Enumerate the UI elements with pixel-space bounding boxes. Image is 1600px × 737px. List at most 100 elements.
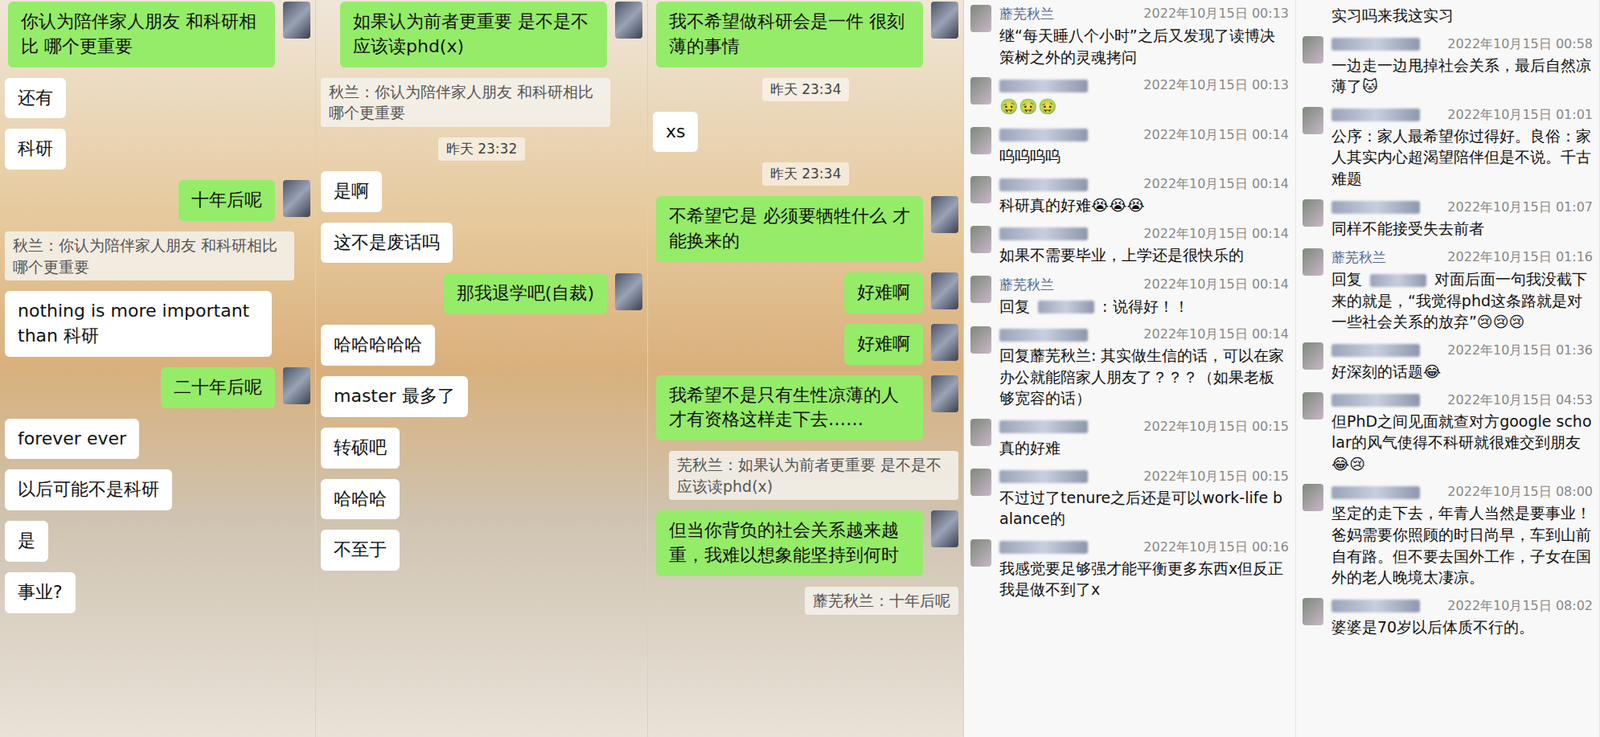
avatar-icon[interactable]: [1302, 36, 1324, 64]
comment-text: 婆婆是70岁以后体质不行的。: [1331, 616, 1593, 639]
message-row: 以后可能不是科研: [0, 469, 316, 511]
message-bubble[interactable]: 如果认为前者更重要 是不是不应该读phd(x): [340, 1, 608, 68]
hidden-author-name: [1331, 344, 1420, 357]
message-bubble[interactable]: 不至于: [320, 529, 400, 571]
avatar-icon[interactable]: [615, 1, 643, 39]
message-bubble[interactable]: 但当你背负的社会关系越来越重，我难以想象能坚持到何时: [656, 510, 924, 577]
hidden-reply-name: [1370, 274, 1427, 288]
avatar-icon[interactable]: [970, 326, 992, 354]
message-row: 是: [0, 521, 316, 563]
comment-text: 好深刻的话题😂: [1331, 361, 1593, 383]
avatar-icon[interactable]: [970, 77, 992, 105]
author-name[interactable]: 蘼芜秋兰: [1331, 248, 1387, 267]
avatar-icon[interactable]: [1302, 106, 1324, 135]
message-bubble[interactable]: 还有: [4, 77, 66, 119]
message-bubble[interactable]: 哈哈哈哈哈: [320, 324, 435, 366]
message-bubble[interactable]: 科研: [4, 128, 66, 170]
hidden-author-name: [999, 178, 1088, 192]
comment: 2022年10月15日 00:13 🤢🤢🤢: [970, 72, 1289, 123]
comment-text: 回复 : 说得好！！: [999, 295, 1289, 318]
comment-text: 坚定的走下去，年青人当然是要事业！爸妈需要你照顾的时日尚早，车到山前自有路。但不…: [1331, 502, 1593, 588]
author-name[interactable]: 蘼芜秋兰: [999, 275, 1055, 295]
message-bubble[interactable]: 十年后呢: [178, 180, 275, 222]
message-bubble[interactable]: 转硕吧: [320, 427, 400, 469]
comment-body: 2022年10月15日 01:01 公序：家人最希望你过得好。良俗：家人其实内心…: [1331, 106, 1593, 190]
comment-header: 2022年10月15日 01:01: [1331, 106, 1593, 124]
message-bubble[interactable]: 不希望它是 必须要牺牲什么 才能换来的: [656, 196, 924, 263]
hidden-author-name: [1331, 486, 1420, 500]
comment-header: 蘼芜秋兰 2022年10月15日 00:14: [999, 275, 1289, 295]
avatar-icon[interactable]: [283, 367, 311, 405]
avatar-icon[interactable]: [931, 196, 959, 234]
avatar-icon[interactable]: [931, 510, 959, 548]
comment-body: 2022年10月15日 00:58 一边走一边甩掉社会关系，最后自然凉薄了🐱: [1331, 36, 1593, 98]
avatar-icon[interactable]: [931, 1, 959, 39]
avatar-icon[interactable]: [1302, 342, 1324, 370]
comment-header: 2022年10月15日 01:36: [1331, 342, 1593, 360]
comment-body: 蘼芜秋兰 2022年10月15日 00:14 回复 : 说得好！！: [999, 275, 1289, 318]
message-bubble[interactable]: 二十年后呢: [160, 367, 275, 409]
message-row: 好难啊: [648, 272, 964, 314]
comment-time: 2022年10月15日 01:01: [1447, 106, 1593, 124]
avatar-icon[interactable]: [970, 225, 992, 254]
avatar-icon[interactable]: [931, 272, 959, 310]
message-bubble[interactable]: 以后可能不是科研: [4, 469, 173, 511]
timestamp-row: 昨天 23:32: [315, 137, 648, 161]
avatar-icon[interactable]: [283, 180, 311, 218]
comment: 2022年10月15日 00:14 科研真的好难😭😭😭: [970, 171, 1289, 222]
comment: 蘼芜秋兰 2022年10月15日 01:16 回复 对面后面一句我没截下来的就是…: [1302, 243, 1593, 338]
author-name[interactable]: 蘼芜秋兰: [999, 4, 1055, 24]
hidden-author-name: [999, 328, 1088, 342]
message-bubble[interactable]: 我希望不是只有生性凉薄的人才有资格这样走下去……: [656, 375, 924, 442]
avatar-icon[interactable]: [970, 4, 992, 33]
message-bubble[interactable]: 好难啊: [844, 272, 924, 314]
message-bubble[interactable]: master 最多了: [320, 376, 468, 418]
message-bubble[interactable]: nothing is more important than 科研: [4, 291, 272, 357]
comment: 2022年10月15日 01:01 公序：家人最希望你过得好。良俗：家人其实内心…: [1302, 102, 1593, 195]
avatar-icon[interactable]: [970, 468, 992, 497]
message-row: master 最多了: [315, 376, 648, 418]
comment-body: 2022年10月15日 00:14 如果不需要毕业，上学还是很快乐的: [999, 225, 1289, 267]
avatar-icon[interactable]: [1302, 392, 1324, 420]
avatar-icon[interactable]: [970, 176, 992, 204]
avatar-icon[interactable]: [970, 127, 992, 155]
avatar-icon[interactable]: [970, 275, 992, 304]
comment-time: 2022年10月15日 01:16: [1447, 249, 1593, 267]
message-bubble[interactable]: 这不是废话吗: [320, 222, 453, 264]
message-bubble[interactable]: 你认为陪伴家人朋友 和科研相比 哪个更重要: [8, 1, 275, 68]
comment-body: 2022年10月15日 08:00 坚定的走下去，年青人当然是要事业！爸妈需要你…: [1331, 484, 1593, 588]
avatar-icon[interactable]: [283, 1, 311, 39]
comment-text: 回复 对面后面一句我没截下来的就是，“我觉得phd这条路就是对一些社会关系的放弃…: [1331, 268, 1593, 333]
message-bubble[interactable]: forever ever: [4, 418, 140, 460]
avatar-icon[interactable]: [615, 273, 643, 311]
avatar-icon[interactable]: [1302, 598, 1324, 626]
hidden-author-name: [1331, 37, 1420, 51]
avatar-icon[interactable]: [1302, 199, 1324, 227]
avatar-icon[interactable]: [1302, 484, 1324, 512]
message-row: forever ever: [0, 418, 316, 460]
quoted-message: 蘼芜秋兰：十年后呢: [804, 586, 959, 616]
message-bubble[interactable]: 我不希望做科研会是一件 很刻薄的事情: [656, 1, 924, 68]
avatar-icon[interactable]: [931, 324, 959, 362]
message-bubble[interactable]: 那我退学吧(自裁): [443, 273, 608, 315]
timestamp: 昨天 23:32: [438, 137, 526, 161]
avatar-icon[interactable]: [970, 418, 992, 447]
message-bubble[interactable]: 是: [4, 521, 49, 563]
avatar-icon[interactable]: [1302, 248, 1324, 276]
message-bubble[interactable]: 好难啊: [844, 324, 924, 366]
message-row: 我希望不是只有生性凉薄的人才有资格这样走下去……: [648, 375, 964, 442]
message-bubble[interactable]: 哈哈哈: [320, 479, 400, 521]
comment-time: 2022年10月15日 04:53: [1447, 392, 1593, 410]
avatar-icon[interactable]: [931, 375, 959, 413]
hidden-author-name: [999, 470, 1088, 484]
avatar-icon[interactable]: [970, 539, 992, 567]
message-bubble[interactable]: 事业?: [4, 572, 76, 614]
hidden-author-name: [1331, 108, 1420, 122]
message-bubble[interactable]: 是啊: [320, 171, 382, 213]
message-row: 你认为陪伴家人朋友 和科研相比 哪个更重要: [0, 1, 316, 68]
comment-time: 2022年10月15日 00:14: [1143, 276, 1289, 294]
comment: 实习吗来我这实习: [1302, 0, 1593, 32]
message-bubble[interactable]: xs: [652, 111, 698, 153]
message-row: 十年后呢: [0, 180, 316, 222]
